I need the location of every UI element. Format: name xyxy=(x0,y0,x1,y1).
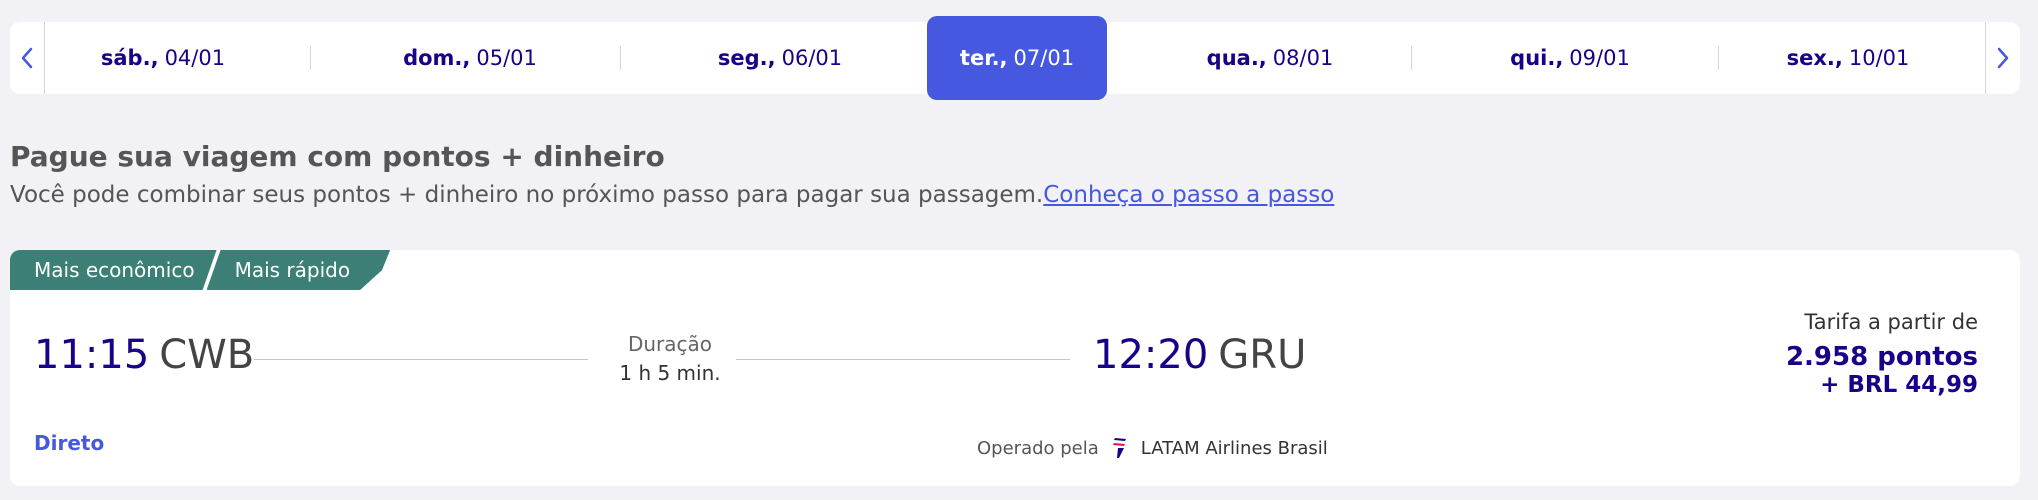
route-line xyxy=(736,359,1070,360)
fare-label: Tarifa a partir de xyxy=(1804,310,1978,334)
step-by-step-link[interactable]: Conheça o passo a passo xyxy=(1043,182,1334,208)
promo-text: Você pode combinar seus pontos + dinheir… xyxy=(10,182,1044,208)
date-option-5[interactable]: qui., 09/01 xyxy=(1420,22,1720,94)
date-option-0[interactable]: sáb., 04/01 xyxy=(54,22,272,94)
departure-time: 11:15 xyxy=(34,332,150,378)
date-divider xyxy=(1718,46,1719,70)
date-selector: sáb., 04/01 dom., 05/01 seg., 06/01 ter., 07… xyxy=(10,16,2020,100)
departure-airport: CWB xyxy=(159,332,255,378)
route-line xyxy=(254,359,588,360)
airline-name: LATAM Airlines Brasil xyxy=(1140,437,1328,459)
date-option-2[interactable]: seg., 06/01 xyxy=(630,22,930,94)
arrival-time: 12:20 xyxy=(1093,332,1209,378)
flight-tags: Mais econômico Mais rápido xyxy=(10,250,390,290)
duration: Duração 1 h 5 min. xyxy=(610,330,730,388)
operated-by: Operado pela LATAM Airlines Brasil xyxy=(977,436,1328,460)
date-divider xyxy=(310,46,311,70)
promo-title: Pague sua viagem com pontos + dinheiro xyxy=(10,140,665,173)
next-dates-button[interactable] xyxy=(1985,22,2020,94)
stops-link[interactable]: Direto xyxy=(34,431,104,455)
arrival: 12:20 GRU xyxy=(1093,332,1306,378)
chevron-left-icon xyxy=(21,47,33,69)
chevron-right-icon xyxy=(1997,47,2009,69)
arrival-airport: GRU xyxy=(1218,332,1307,378)
latam-logo-icon xyxy=(1112,438,1126,458)
date-option-1[interactable]: dom., 05/01 xyxy=(320,22,620,94)
tag-cheapest: Mais econômico xyxy=(10,250,217,290)
date-divider xyxy=(1411,46,1412,70)
fare-cash: + BRL 44,99 xyxy=(1820,372,1978,398)
date-option-selected[interactable]: ter., 07/01 xyxy=(927,16,1107,100)
previous-dates-button[interactable] xyxy=(10,22,45,94)
departure: 11:15 CWB xyxy=(34,332,254,378)
fare-points: 2.958 pontos xyxy=(1785,342,1978,372)
duration-value: 1 h 5 min. xyxy=(619,361,721,385)
duration-label: Duração xyxy=(627,332,713,356)
flight-card[interactable]: Mais econômico Mais rápido 11:15 CWB Dura… xyxy=(10,250,2020,486)
tag-fastest: Mais rápido xyxy=(207,250,391,290)
date-option-6[interactable]: sex., 10/01 xyxy=(1728,22,1968,94)
fare: Tarifa a partir de 2.958 pontos + BRL 44… xyxy=(1786,310,1978,398)
date-divider xyxy=(620,46,621,70)
operated-by-label: Operado pela xyxy=(977,437,1099,459)
promo-description: Você pode combinar seus pontos + dinheir… xyxy=(10,182,1334,208)
date-option-4[interactable]: qua., 08/01 xyxy=(1120,22,1420,94)
